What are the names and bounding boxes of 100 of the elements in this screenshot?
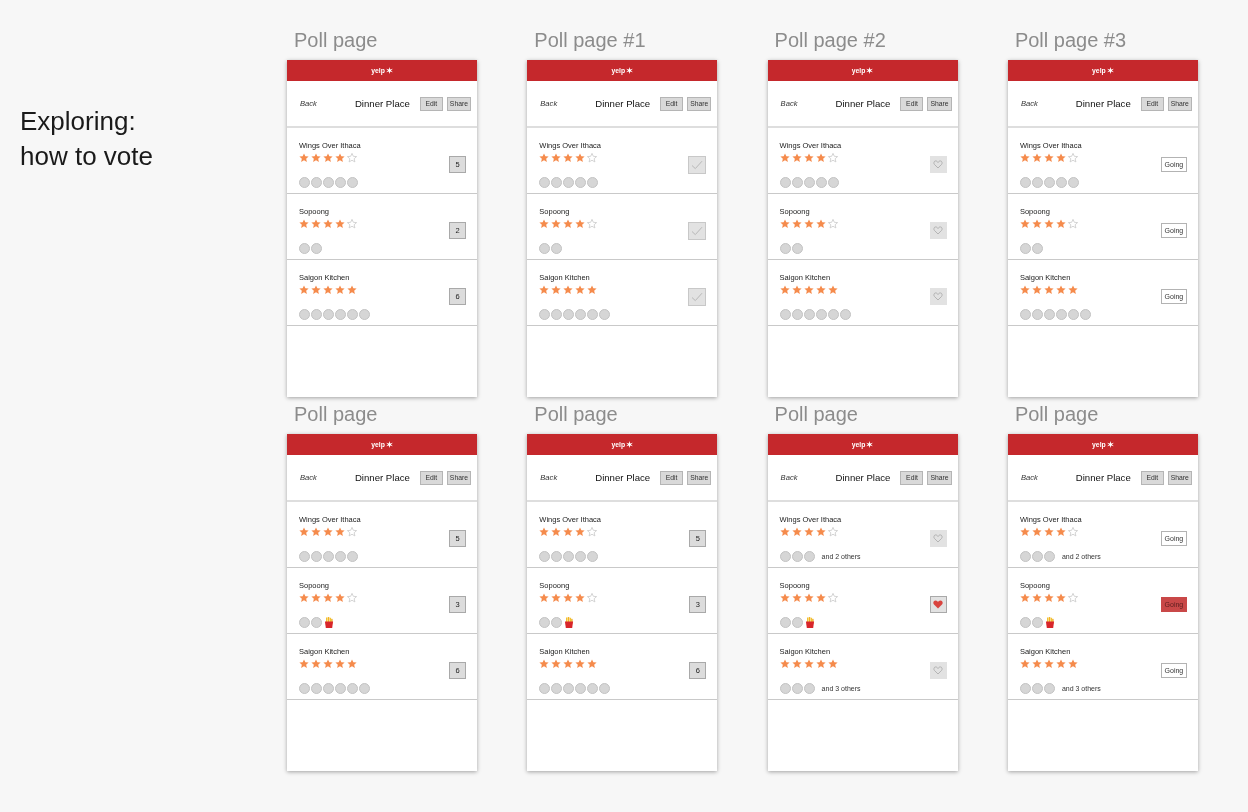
- mockup-label: Poll page: [293, 402, 378, 427]
- avatar-icon: [1079, 309, 1091, 320]
- heart-icon: [933, 534, 944, 543]
- avatar-icon: [299, 243, 310, 254]
- star-icon: [1055, 285, 1066, 295]
- star-icon: [1067, 659, 1078, 669]
- star-icon: [791, 153, 802, 163]
- avatar-icon: [779, 683, 791, 694]
- avatar-icon: [335, 309, 346, 320]
- avatar-icon: [347, 309, 358, 320]
- star-icon: [563, 285, 574, 295]
- heart-icon: [933, 292, 944, 301]
- star-icon: [827, 659, 838, 669]
- avatar-icon: [1019, 177, 1031, 188]
- avatar-icon: [791, 617, 803, 628]
- avatar-icon: [1043, 177, 1055, 188]
- star-icon: [1067, 219, 1078, 229]
- burst-icon: [1106, 67, 1114, 74]
- star-icon: [323, 285, 333, 295]
- screen-title: Dinner Place: [835, 471, 891, 484]
- avatar-icon: [359, 683, 370, 694]
- star-icon: [323, 527, 333, 537]
- star-icon: [551, 219, 562, 229]
- star-icon: [827, 285, 838, 295]
- star-icon: [1055, 527, 1066, 537]
- star-icon: [311, 219, 321, 229]
- star-icon: [1019, 285, 1030, 295]
- check-button[interactable]: [688, 221, 707, 240]
- screen-title: Dinner Place: [595, 97, 651, 110]
- avatar-icon: [1031, 551, 1043, 562]
- star-icon: [299, 527, 309, 537]
- avatar-icon: [1043, 551, 1055, 562]
- avatar-icon: [803, 177, 815, 188]
- mockup-label: Poll page #3: [1013, 28, 1127, 53]
- avatar-icon: [779, 243, 791, 254]
- avatar-icon: [791, 683, 803, 694]
- star-icon: [1055, 219, 1066, 229]
- avatar-icon: [1019, 683, 1031, 694]
- star-icon: [815, 285, 826, 295]
- star-icon: [335, 527, 345, 537]
- avatar-icon: [827, 309, 839, 320]
- star-icon: [563, 593, 574, 603]
- star-icon: [347, 285, 357, 295]
- star-icon: [815, 659, 826, 669]
- star-icon: [803, 219, 814, 229]
- avatar-icon: [551, 617, 563, 628]
- star-icon: [551, 593, 562, 603]
- screen-title: Dinner Place: [354, 97, 410, 110]
- star-icon: [1055, 153, 1066, 163]
- avatar-icon: [827, 177, 839, 188]
- star-icon: [803, 527, 814, 537]
- avatar-icon: [359, 309, 370, 320]
- fries-icon: [324, 617, 334, 628]
- star-icon: [1067, 527, 1078, 537]
- mockup-label: Poll page: [533, 402, 618, 427]
- star-icon: [1055, 593, 1066, 603]
- avatar-icon: [1055, 309, 1067, 320]
- star-icon: [791, 285, 802, 295]
- avatar-icon: [347, 683, 358, 694]
- page-heading: Exploring: how to vote: [20, 105, 153, 173]
- avatar-icon: [563, 683, 575, 694]
- avatar-icon: [539, 243, 551, 254]
- star-icon: [1067, 153, 1078, 163]
- star-icon: [551, 527, 562, 537]
- fries-icon: [1044, 617, 1055, 628]
- star-icon: [1043, 153, 1054, 163]
- star-icon: [815, 593, 826, 603]
- avatar-icon: [587, 551, 599, 562]
- avatar-icon: [1019, 243, 1031, 254]
- star-icon: [311, 285, 321, 295]
- screen-title: Dinner Place: [835, 97, 891, 110]
- burst-icon: [626, 67, 634, 74]
- avatar-icon: [551, 243, 563, 254]
- avatar-icon: [311, 617, 322, 628]
- avatar-icon: [779, 309, 791, 320]
- star-icon: [827, 527, 838, 537]
- avatar-icon: [323, 177, 334, 188]
- star-icon: [1043, 285, 1054, 295]
- check-button[interactable]: [688, 287, 707, 306]
- avatar-icon: [1031, 243, 1043, 254]
- star-icon: [803, 153, 814, 163]
- star-icon: [1031, 659, 1042, 669]
- star-icon: [791, 659, 802, 669]
- avatar-icon: [1019, 551, 1031, 562]
- star-icon: [1019, 527, 1030, 537]
- star-icon: [587, 659, 598, 669]
- heart-button[interactable]: [929, 596, 947, 613]
- avatar-icon: [575, 177, 587, 188]
- avatar-icon: [803, 683, 815, 694]
- avatar-icon: [551, 551, 563, 562]
- avatar-icon: [539, 177, 551, 188]
- avatar-icon: [1031, 309, 1043, 320]
- check-button[interactable]: [688, 155, 707, 174]
- star-icon: [539, 593, 550, 603]
- star-icon: [1043, 659, 1054, 669]
- star-icon: [575, 219, 586, 229]
- avatar-icon: [791, 309, 803, 320]
- star-icon: [779, 219, 790, 229]
- mockup-label: Poll page #2: [773, 28, 886, 53]
- avatar-icon: [299, 309, 310, 320]
